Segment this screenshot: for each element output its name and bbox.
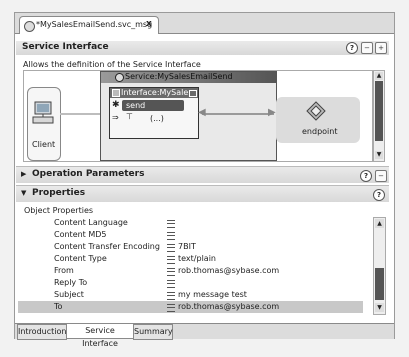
property-name: Subject bbox=[54, 290, 84, 299]
property-name: Content Transfer Encoding bbox=[54, 242, 160, 251]
operation-parameters-header[interactable]: ▶ Operation Parameters ? − bbox=[16, 166, 389, 183]
property-name: Reply To bbox=[54, 278, 88, 287]
property-value[interactable]: rob.thomas@sybase.com bbox=[178, 301, 279, 313]
properties-section: ▼ Properties ? Object Properties Content… bbox=[16, 185, 389, 324]
help-icon[interactable]: ? bbox=[346, 42, 358, 54]
endpoint-icon bbox=[306, 101, 326, 121]
property-name: Content MD5 bbox=[54, 230, 107, 239]
table-row[interactable]: Reply To bbox=[18, 277, 363, 289]
list-icon bbox=[167, 304, 175, 312]
scroll-thumb[interactable] bbox=[375, 81, 383, 141]
editor-tab-title: *MySalesEmailSend.svc_msg bbox=[36, 20, 153, 29]
scroll-down-icon[interactable]: ▼ bbox=[375, 303, 384, 312]
property-value[interactable]: 7BIT bbox=[178, 241, 196, 253]
properties-header[interactable]: ▼ Properties ? bbox=[16, 186, 389, 202]
table-row[interactable]: Subject my message test bbox=[18, 289, 363, 301]
properties-subtitle: Object Properties bbox=[24, 206, 94, 215]
close-icon[interactable]: x bbox=[146, 19, 152, 29]
client-connector bbox=[60, 113, 105, 115]
endpoint-label: endpoint bbox=[302, 127, 338, 136]
property-value[interactable]: text/plain bbox=[178, 253, 216, 265]
operation-name: send bbox=[126, 101, 146, 110]
help-icon[interactable]: ? bbox=[373, 189, 385, 201]
bottom-tab-bar: Introduction Service Interface Summary bbox=[15, 323, 394, 348]
client-label: Client bbox=[32, 140, 56, 149]
service-icon bbox=[115, 73, 124, 82]
interface-box[interactable]: Interface:MySale ✱ send ⇒ ⊤ (...) bbox=[109, 87, 199, 139]
operation-send[interactable]: ✱ send ⇒ ⊤ (...) bbox=[110, 100, 196, 130]
list-icon bbox=[167, 232, 175, 240]
interface-label: Interface:MySale bbox=[121, 88, 189, 97]
list-icon bbox=[167, 280, 175, 288]
service-interface-header[interactable]: Service Interface ? − + bbox=[16, 41, 389, 55]
tab-introduction[interactable]: Introduction bbox=[17, 324, 67, 340]
property-value[interactable]: my message test bbox=[178, 289, 247, 301]
scroll-up-icon[interactable]: ▲ bbox=[375, 219, 384, 228]
service-interface-title: Service Interface bbox=[22, 42, 109, 52]
operation-parameters-title: Operation Parameters bbox=[32, 169, 145, 179]
table-row-selected[interactable]: To rob.thomas@sybase.com bbox=[18, 301, 363, 313]
table-row[interactable]: Content MD5 bbox=[18, 229, 363, 241]
help-icon[interactable]: ? bbox=[360, 170, 372, 182]
table-row[interactable]: Content Type text/plain bbox=[18, 253, 363, 265]
table-row[interactable]: Content Language bbox=[18, 217, 363, 229]
client-node[interactable]: Client bbox=[27, 87, 61, 161]
gear-icon: ✱ bbox=[112, 100, 120, 110]
collapse-icon[interactable]: − bbox=[361, 42, 373, 54]
property-value[interactable]: rob.thomas@sybase.com bbox=[178, 265, 279, 277]
arrow-right-icon: ▶ bbox=[268, 107, 276, 118]
service-label: Service:MySalesEmailSend bbox=[125, 72, 233, 81]
collapse-icon[interactable]: − bbox=[375, 170, 387, 182]
property-name: To bbox=[54, 302, 63, 311]
editor-tab-strip: *MySalesEmailSend.svc_msg x bbox=[15, 13, 394, 34]
list-icon bbox=[167, 244, 175, 252]
output-icon: ⊤ bbox=[126, 112, 133, 121]
computer-icon bbox=[32, 101, 54, 124]
properties-table: Content Language Content MD5 Content Tra… bbox=[16, 217, 389, 321]
endpoint-node[interactable]: endpoint bbox=[276, 97, 360, 143]
list-icon bbox=[167, 220, 175, 228]
table-row[interactable]: Content Transfer Encoding 7BIT bbox=[18, 241, 363, 253]
service-file-icon bbox=[24, 21, 35, 32]
scroll-up-icon[interactable]: ▲ bbox=[375, 72, 383, 80]
collapse-arrow-icon[interactable]: ▼ bbox=[21, 189, 26, 197]
list-icon bbox=[167, 256, 175, 264]
property-name: Content Language bbox=[54, 218, 128, 227]
property-name: Content Type bbox=[54, 254, 107, 263]
properties-scrollbar[interactable]: ▲ ▼ bbox=[373, 217, 386, 315]
properties-title: Properties bbox=[32, 188, 86, 198]
scroll-thumb[interactable] bbox=[375, 268, 384, 300]
tab-service-interface[interactable]: Service Interface bbox=[66, 324, 134, 348]
editor-window: *MySalesEmailSend.svc_msg x Service Inte… bbox=[14, 12, 395, 348]
service-interface-description: Allows the definition of the Service Int… bbox=[23, 60, 201, 69]
property-name: From bbox=[54, 266, 74, 275]
endpoint-connector bbox=[202, 113, 274, 115]
tab-summary[interactable]: Summary bbox=[133, 324, 173, 340]
list-icon bbox=[167, 268, 175, 276]
interface-collapse-icon[interactable] bbox=[189, 90, 197, 97]
diagram-canvas[interactable]: Client Service:MySalesEmailSend Interfac… bbox=[23, 70, 373, 162]
editor-tab[interactable]: *MySalesEmailSend.svc_msg x bbox=[19, 16, 159, 34]
scroll-down-icon[interactable]: ▼ bbox=[375, 151, 383, 159]
input-arrow-icon: ⇒ bbox=[112, 113, 119, 122]
interface-icon bbox=[112, 89, 120, 97]
diagram-scrollbar[interactable]: ▲ ▼ bbox=[373, 70, 385, 162]
operation-params: (...) bbox=[150, 114, 164, 123]
arrow-left-icon: ◀ bbox=[198, 107, 206, 118]
list-icon bbox=[167, 292, 175, 300]
expand-icon[interactable]: + bbox=[375, 42, 387, 54]
table-row[interactable]: From rob.thomas@sybase.com bbox=[18, 265, 363, 277]
expand-arrow-icon[interactable]: ▶ bbox=[21, 170, 26, 178]
